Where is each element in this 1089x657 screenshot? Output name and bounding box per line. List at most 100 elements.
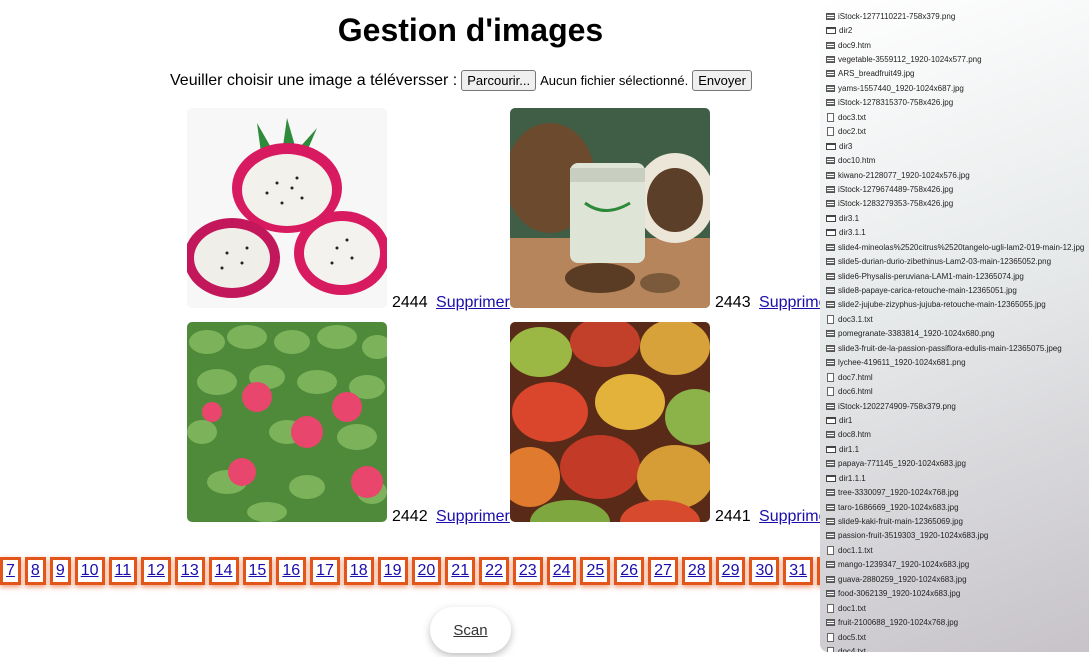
mango-image [510, 322, 710, 522]
page-link[interactable]: 9 [49, 557, 71, 585]
tree-file[interactable]: kiwano-2128077_1920-1024x576.jpg [826, 168, 1089, 182]
page-link[interactable]: 25 [580, 557, 611, 585]
page-link[interactable]: 26 [614, 557, 645, 585]
page-link[interactable]: 14 [208, 557, 239, 585]
page-link[interactable]: 16 [276, 557, 307, 585]
tree-file[interactable]: doc1.1.txt [826, 543, 1089, 557]
page-link[interactable]: 28 [681, 557, 712, 585]
tree-file[interactable]: doc8.htm [826, 428, 1089, 442]
page-link[interactable]: 21 [445, 557, 476, 585]
submit-button[interactable]: Envoyer [692, 70, 752, 91]
tree-file[interactable]: doc3.txt [826, 110, 1089, 124]
tree-file[interactable]: iStock-1278315370-758x426.jpg [826, 96, 1089, 110]
tree-file[interactable]: fruit-2100688_1920-1024x768.jpg [826, 615, 1089, 629]
tree-folder[interactable]: dir1.1 [826, 442, 1089, 456]
tree-file[interactable]: slide5-durian-durio-zibethinus-Lam2-03-m… [826, 254, 1089, 268]
page-link[interactable]: 30 [749, 557, 780, 585]
tree-item-label: papaya-771145_1920-1024x683.jpg [838, 459, 966, 469]
page-link[interactable]: 13 [174, 557, 205, 585]
tree-file[interactable]: passion-fruit-3519303_1920-1024x683.jpg [826, 529, 1089, 543]
page-link[interactable]: 12 [141, 557, 171, 585]
tree-folder[interactable]: dir3 [826, 139, 1089, 153]
delete-link[interactable]: Supprimer [436, 294, 510, 311]
page-link[interactable]: 27 [648, 557, 678, 585]
tree-file[interactable]: guava-2880259_1920-1024x683.jpg [826, 572, 1089, 586]
tree-file[interactable]: doc6.html [826, 384, 1089, 398]
tree-file[interactable]: iStock-1202274909-758x379.png [826, 399, 1089, 413]
folder-icon [826, 445, 836, 453]
tree-file[interactable]: doc2.txt [826, 125, 1089, 139]
page-link[interactable]: 22 [479, 557, 509, 585]
tree-file[interactable]: slide9-kaki-fruit-main-12365069.jpg [826, 514, 1089, 528]
page-link[interactable]: 24 [546, 557, 577, 585]
tree-folder[interactable]: dir3.1.1 [826, 226, 1089, 240]
image-file-icon [826, 287, 835, 295]
page-link[interactable]: 31 [783, 557, 814, 585]
tree-file[interactable]: doc4.txt [826, 644, 1089, 652]
tree-file[interactable]: papaya-771145_1920-1024x683.jpg [826, 457, 1089, 471]
page-link[interactable]: 8 [24, 557, 46, 585]
tree-folder[interactable]: dir2 [826, 23, 1089, 37]
tree-file[interactable]: ARS_breadfruit49.jpg [826, 67, 1089, 81]
image-id: 2441 [715, 508, 751, 525]
tree-file[interactable]: slide8-papaye-carica-retouche-main-12365… [826, 283, 1089, 297]
tree-file[interactable]: iStock-1279674489-758x426.jpg [826, 182, 1089, 196]
tree-file[interactable]: iStock-1277110221-758x379.png [826, 9, 1089, 23]
tree-item-label: slide4-mineolas%2520citrus%2520tangelo-u… [838, 242, 1085, 252]
tree-file[interactable]: pomegranate-3383814_1920-1024x680.png [826, 327, 1089, 341]
image-tile: 2444 Supprimer [187, 108, 510, 311]
page-link[interactable]: 17 [310, 557, 340, 585]
dragon-fruit-image [187, 108, 387, 308]
browse-button[interactable]: Parcourir... [461, 70, 537, 91]
tree-item-label: guava-2880259_1920-1024x683.jpg [838, 574, 967, 584]
tree-file[interactable]: food-3062139_1920-1024x683.jpg [826, 587, 1089, 601]
tree-file[interactable]: doc3.1.txt [826, 312, 1089, 326]
tree-item-label: iStock-1202274909-758x379.png [838, 401, 956, 411]
tree-item-label: doc8.htm [838, 430, 871, 440]
page-link[interactable]: 20 [411, 557, 442, 585]
page-link[interactable]: 29 [715, 557, 746, 585]
tree-file[interactable]: iStock-1283279353-758x426.jpg [826, 197, 1089, 211]
page-link[interactable]: 18 [343, 557, 374, 585]
page-link[interactable]: 10 [74, 557, 105, 585]
scan-button[interactable]: Scan [430, 607, 511, 653]
tree-file[interactable]: doc5.txt [826, 630, 1089, 644]
image-file-icon [826, 12, 835, 20]
tree-file[interactable]: slide4-mineolas%2520citrus%2520tangelo-u… [826, 240, 1089, 254]
tree-file[interactable]: taro-1686669_1920-1024x683.jpg [826, 500, 1089, 514]
tree-folder[interactable]: dir1.1.1 [826, 471, 1089, 485]
tree-file[interactable]: slide6-Physalis-peruviana-LAM1-main-1236… [826, 269, 1089, 283]
image-file-icon [826, 518, 835, 526]
image-file-icon [826, 561, 835, 569]
page-link[interactable]: 7 [0, 557, 21, 585]
image-info: 2444 Supprimer [392, 294, 510, 312]
tree-file[interactable]: doc7.html [826, 370, 1089, 384]
tree-item-label: iStock-1283279353-758x426.jpg [838, 199, 954, 209]
tree-file[interactable]: mango-1239347_1920-1024x683.jpg [826, 558, 1089, 572]
upload-form: Veuiller choisir une image a téléversser… [170, 70, 756, 91]
image-file-icon [826, 619, 835, 627]
tree-item-label: doc4.txt [838, 646, 867, 652]
page-link[interactable]: 11 [108, 557, 138, 585]
tree-folder[interactable]: dir3.1 [826, 211, 1089, 225]
tree-file[interactable]: doc9.htm [826, 38, 1089, 52]
image-file-icon [826, 330, 835, 338]
tree-folder[interactable]: dir1 [826, 413, 1089, 427]
tree-file[interactable]: slide2-jujube-zizyphus-jujuba-retouche-m… [826, 298, 1089, 312]
file-tree-panel: iStock-1277110221-758x379.png dir2 doc9.ht… [820, 0, 1089, 652]
tree-file[interactable]: doc10.htm [826, 153, 1089, 167]
tree-file[interactable]: lychee-419611_1920-1024x681.png [826, 356, 1089, 370]
file-status: Aucun fichier sélectionné. [540, 73, 689, 88]
tree-file[interactable]: yams-1557440_1920-1024x687.jpg [826, 81, 1089, 95]
image-file-icon [826, 575, 835, 583]
upload-label: Veuiller choisir une image a téléversser… [170, 71, 458, 89]
tree-file[interactable]: slide3-fruit-de-la-passion-passiflora-ed… [826, 341, 1089, 355]
page-link[interactable]: 23 [512, 557, 543, 585]
tree-file[interactable]: vegetable-3559112_1920-1024x577.png [826, 52, 1089, 66]
tree-item-label: slide6-Physalis-peruviana-LAM1-main-1236… [838, 271, 1024, 281]
tree-file[interactable]: doc1.txt [826, 601, 1089, 615]
page-link[interactable]: 19 [377, 557, 408, 585]
delete-link[interactable]: Supprimer [436, 508, 510, 525]
page-link[interactable]: 15 [242, 557, 273, 585]
tree-file[interactable]: tree-3330097_1920-1024x768.jpg [826, 485, 1089, 499]
